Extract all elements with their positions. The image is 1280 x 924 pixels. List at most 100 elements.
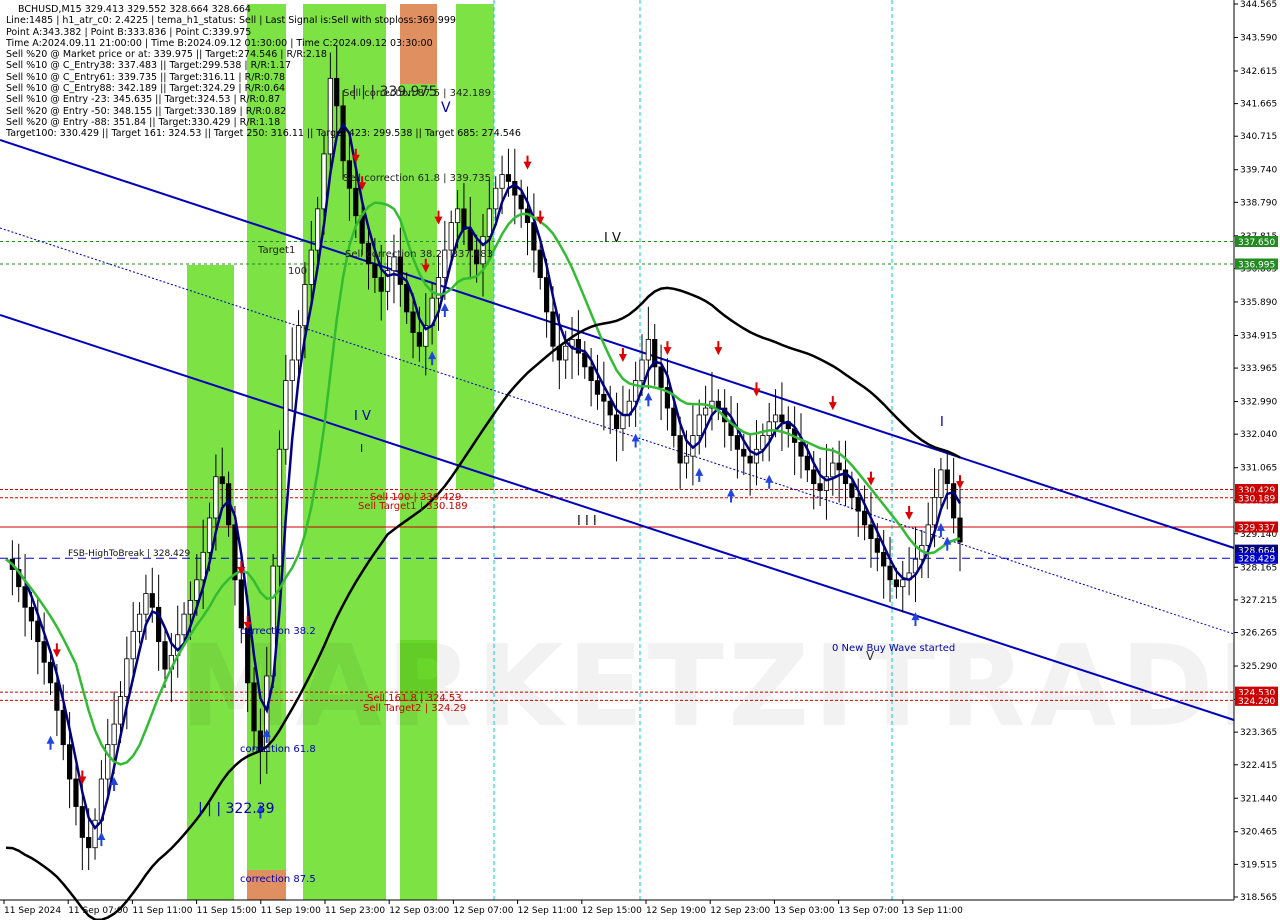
- time-tick-label: 13 Sep 07:00: [839, 906, 899, 916]
- price-tick-label: 331.065: [1240, 464, 1277, 474]
- annotation-label: Sell Target1 | 330.189: [358, 501, 468, 512]
- candle-body: [620, 414, 626, 430]
- candle-body: [677, 435, 683, 464]
- annotation-label: Sell correction 38.2 | 337.483: [345, 249, 493, 260]
- candle-body: [35, 620, 41, 643]
- price-tick-label: 318.565: [1240, 893, 1277, 903]
- candle-body: [232, 524, 238, 581]
- candle-body: [41, 641, 47, 663]
- candle-body: [658, 366, 664, 388]
- candle-body: [544, 277, 550, 313]
- candle-body: [397, 256, 403, 285]
- candle-body: [219, 476, 225, 485]
- price-tick-label: 327.215: [1240, 596, 1277, 606]
- annotation-label: Target1: [257, 245, 295, 256]
- candle-body: [855, 496, 861, 512]
- candle-body: [353, 187, 359, 217]
- price-tick-label: 343.590: [1240, 33, 1277, 43]
- annotation-label: correction 87.5: [240, 874, 316, 885]
- candle-body: [645, 338, 651, 361]
- candle-body: [747, 455, 753, 464]
- candle-body: [289, 359, 295, 382]
- price-tick-label: 322.415: [1240, 761, 1277, 771]
- indicator-info-panel: BCHUSD,M15 329.413 329.552 328.664 328.6…: [6, 4, 521, 140]
- candle-body: [842, 469, 849, 485]
- candle-body: [86, 837, 92, 849]
- candle-body: [703, 407, 709, 416]
- candle-body: [613, 414, 620, 430]
- candle-body: [130, 630, 136, 660]
- annotation-label: Sell Target2 | 324.29: [363, 703, 466, 714]
- price-tick-label: 333.965: [1240, 364, 1277, 374]
- candle-body: [766, 421, 772, 436]
- info-line: Sell %20 @ Market price or at: 339.975 |…: [6, 49, 327, 61]
- price-tick-label: 332.040: [1240, 430, 1277, 440]
- info-line: Sell %10 @ C_Entry61: 339.735 || Target:…: [6, 71, 286, 83]
- candle-body: [499, 174, 505, 189]
- time-tick-label: 13 Sep 03:00: [774, 906, 834, 916]
- watermark-text: MARKETZITRADE: [180, 622, 1280, 752]
- candle-body: [162, 641, 168, 670]
- candle-body: [181, 613, 187, 636]
- candle-body: [741, 448, 747, 457]
- candle-body: [671, 407, 677, 436]
- price-tick-label: 344.565: [1240, 0, 1277, 10]
- info-line: Time A:2024.09.11 21:00:00 | Time B:2024…: [6, 37, 433, 49]
- candle-body: [505, 174, 512, 182]
- price-badge-label: 324.290: [1238, 697, 1275, 707]
- price-tick-label: 328.165: [1240, 563, 1277, 573]
- time-tick-label: 11 Sep 07:00: [68, 906, 128, 916]
- candle-body: [804, 455, 810, 471]
- candle-body: [79, 806, 85, 838]
- annotation-label: correction 61.8: [240, 744, 316, 755]
- candle-body: [295, 325, 302, 361]
- candle-body: [416, 332, 423, 347]
- time-tick-label: 11 Sep 19:00: [261, 906, 321, 916]
- annotation-label: | | | 322.39: [198, 801, 275, 817]
- info-line: Sell %20 @ Entry -88: 351.84 || Target:3…: [6, 116, 281, 128]
- candle-body: [251, 682, 257, 732]
- price-badge-label: 330.189: [1238, 494, 1275, 504]
- candle-body: [798, 442, 804, 457]
- price-tick-label: 342.615: [1240, 67, 1277, 77]
- time-tick-label: 11 Sep 23:00: [325, 906, 385, 916]
- candle-body: [117, 696, 124, 725]
- candle-body: [200, 551, 206, 581]
- candle-body: [372, 263, 378, 278]
- time-tick-label: 11 Sep 15:00: [197, 906, 257, 916]
- price-tick-label: 332.990: [1240, 398, 1277, 408]
- info-line: Sell %10 @ Entry -23: 345.635 || Target:…: [6, 94, 281, 106]
- candle-body: [315, 208, 321, 251]
- candle-body: [874, 538, 880, 553]
- candle-body: [238, 579, 244, 629]
- time-tick-label: 11 Sep 11:00: [132, 906, 192, 916]
- annotation-label: correction 38.2: [240, 626, 316, 637]
- candle-body: [817, 483, 823, 491]
- candle-body: [683, 455, 690, 464]
- candle-body: [454, 208, 461, 224]
- candle-body: [410, 311, 416, 333]
- candle-body: [588, 366, 594, 382]
- candle-body: [60, 709, 66, 746]
- candle-body: [404, 284, 410, 313]
- candle-body: [518, 194, 524, 210]
- candle-body: [550, 311, 556, 347]
- candle-body: [149, 593, 155, 608]
- annotation-label: FSB-HighToBreak | 328.429: [68, 549, 190, 559]
- price-tick-label: 325.290: [1240, 662, 1277, 672]
- price-tick-label: 326.265: [1240, 629, 1277, 639]
- candle-body: [811, 469, 817, 485]
- candle-body: [28, 606, 35, 622]
- price-tick-label: 320.465: [1240, 828, 1277, 838]
- candle-body: [143, 593, 149, 615]
- candle-body: [47, 661, 54, 684]
- price-tick-label: 323.365: [1240, 728, 1277, 738]
- info-line: Point A:343.382 | Point B:333.836 | Poin…: [6, 26, 252, 38]
- price-tick-label: 339.740: [1240, 166, 1277, 176]
- candle-body: [931, 496, 938, 526]
- time-tick-label: 11 Sep 2024: [4, 906, 61, 916]
- candle-body: [22, 586, 28, 608]
- time-tick-label: 12 Sep 03:00: [389, 906, 449, 916]
- candle-body: [639, 359, 645, 382]
- candle-body: [849, 483, 855, 498]
